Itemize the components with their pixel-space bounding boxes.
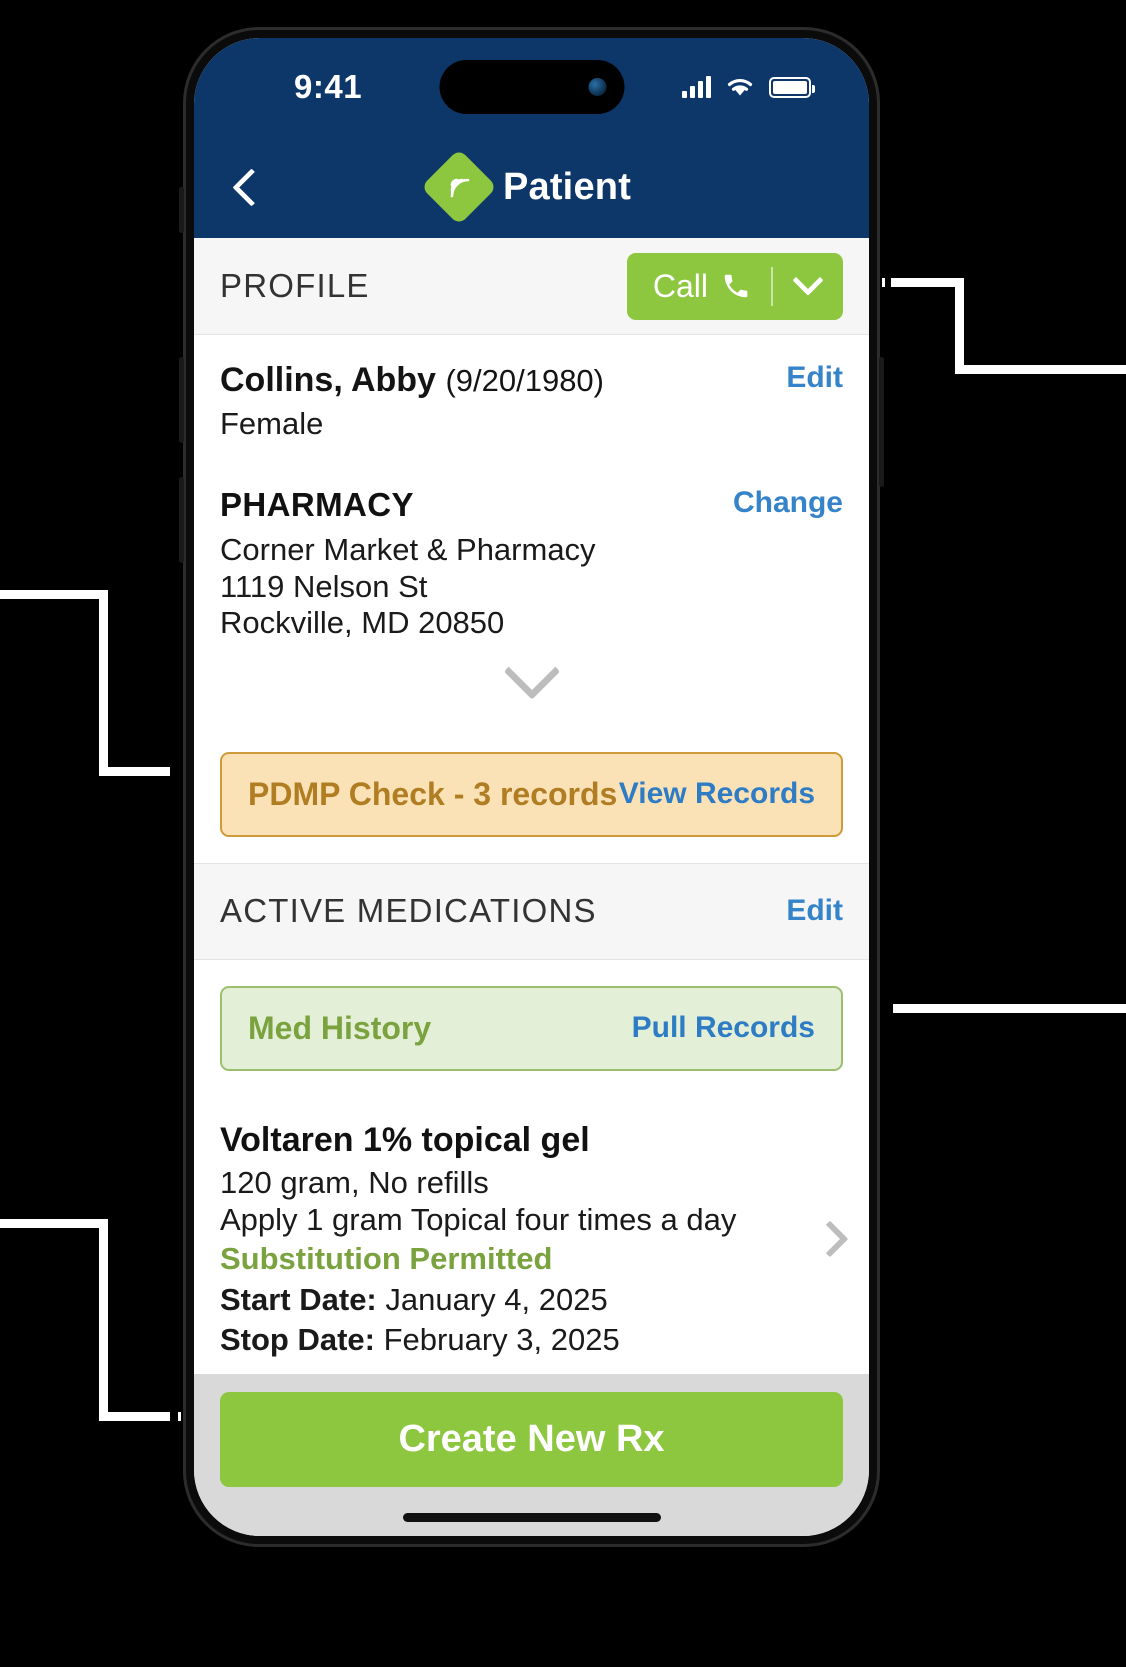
callout-line-top-right-vertical (955, 278, 964, 374)
patient-dob: (9/20/1980) (445, 363, 604, 398)
medication-stop-date: Stop Date: February 3, 2025 (220, 1320, 843, 1360)
screen-content[interactable]: PROFILE Call Collins, Abby (9/20/1980) E… (194, 238, 869, 1374)
patient-name: Collins, Abby (9/20/1980) (220, 361, 604, 400)
pdmp-banner-label: PDMP Check - 3 records (248, 775, 618, 812)
pdmp-banner-wrap: PDMP Check - 3 records View Records (194, 725, 869, 863)
callout-line-right-med-history (893, 1004, 1126, 1013)
status-bar: 9:41 (194, 38, 869, 136)
volume-down-button[interactable] (179, 477, 184, 563)
bottom-action-bar: Create New Rx (194, 1374, 869, 1536)
medication-quantity-refills: 120 gram, No refills (220, 1164, 489, 1200)
call-button[interactable]: Call (627, 253, 771, 320)
callout-line-top-right-horizontal-inner (891, 278, 963, 287)
volume-up-button[interactable] (179, 357, 184, 443)
chevron-down-icon (792, 264, 824, 296)
status-indicators (682, 75, 815, 99)
start-date-label: Start Date: (220, 1281, 377, 1317)
callout-line-left-pdmp-horizontal-outer (0, 590, 108, 599)
call-button-label: Call (652, 267, 708, 304)
dynamic-island (439, 60, 624, 114)
patient-info-block: Collins, Abby (9/20/1980) Edit Female PH… (194, 335, 869, 726)
chevron-left-icon[interactable] (228, 170, 262, 204)
callout-line-left-cta-horizontal-inner (99, 1412, 170, 1421)
home-indicator-wrap (220, 1487, 843, 1536)
stop-date-label: Stop Date: (220, 1322, 375, 1358)
brand-diamond-logo-icon (420, 148, 498, 226)
silent-switch[interactable] (179, 187, 184, 233)
status-time: 9:41 (294, 68, 363, 105)
medication-substitution-status: Substitution Permitted (220, 1241, 553, 1277)
front-camera-icon (588, 78, 606, 96)
screenshot-canvas: 9:41 Patient PROFILE Call Collins, Abby … (0, 0, 1126, 1667)
navigation-bar: Patient (194, 136, 869, 238)
patient-gender: Female (220, 406, 324, 441)
home-indicator[interactable] (402, 1513, 661, 1522)
med-history-banner-wrap: Med History Pull Records (194, 959, 869, 1097)
medication-start-date: Start Date: January 4, 2025 (220, 1280, 843, 1320)
view-records-link[interactable]: View Records (619, 777, 815, 811)
stop-date-value: February 3, 2025 (383, 1322, 620, 1358)
pharmacy-heading: PHARMACY (220, 486, 414, 523)
med-history-banner[interactable]: Med History Pull Records (220, 985, 843, 1071)
nav-title-group: Patient (194, 148, 869, 226)
medication-list-item[interactable]: Voltaren 1% topical gel 120 gram, No ref… (194, 1096, 869, 1374)
change-pharmacy-link[interactable]: Change (733, 486, 843, 520)
start-date-value: January 4, 2025 (385, 1281, 608, 1317)
wifi-icon (727, 79, 753, 96)
callout-line-left-cta-horizontal-outer (0, 1219, 108, 1228)
phone-screen: 9:41 Patient PROFILE Call Collins, Abby … (194, 38, 869, 1536)
profile-section-header: PROFILE Call (194, 238, 869, 335)
medication-sig: Apply 1 gram Topical four times a day (220, 1201, 737, 1237)
medication-name: Voltaren 1% topical gel (220, 1120, 590, 1159)
phone-handset-icon (724, 274, 748, 298)
pharmacy-header-row: PHARMACY Change (220, 486, 843, 524)
patient-name-row: Collins, Abby (9/20/1980) Edit (220, 361, 843, 400)
callout-line-left-cta-vertical (99, 1219, 108, 1421)
pull-records-link[interactable]: Pull Records (632, 1011, 815, 1045)
create-new-rx-button[interactable]: Create New Rx (220, 1392, 843, 1487)
expand-profile-button[interactable] (220, 642, 843, 726)
edit-profile-link[interactable]: Edit (786, 361, 843, 395)
medications-section-header: ACTIVE MEDICATIONS Edit (194, 862, 869, 960)
callout-line-left-pdmp-vertical (99, 590, 108, 776)
pharmacy-name: Corner Market & Pharmacy (220, 532, 596, 567)
battery-full-icon (769, 76, 815, 98)
signal-bars-icon (682, 76, 711, 98)
med-history-label: Med History (248, 1009, 432, 1046)
phone-device-frame: 9:41 Patient PROFILE Call Collins, Abby … (179, 27, 884, 1547)
call-options-dropdown[interactable] (773, 253, 843, 320)
pharmacy-city-state-zip: Rockville, MD 20850 (220, 605, 505, 641)
pharmacy-street: 1119 Nelson St (220, 568, 428, 604)
medications-heading: ACTIVE MEDICATIONS (220, 892, 597, 930)
pdmp-check-banner[interactable]: PDMP Check - 3 records View Records (220, 751, 843, 837)
power-button[interactable] (879, 357, 884, 487)
chevron-down-icon (503, 642, 560, 700)
edit-medications-link[interactable]: Edit (786, 894, 843, 928)
call-button-group[interactable]: Call (626, 252, 843, 320)
patient-name-text: Collins, Abby (220, 361, 436, 399)
callout-line-left-pdmp-horizontal-inner (99, 767, 170, 776)
profile-heading: PROFILE (220, 267, 370, 304)
callout-line-top-right-horizontal-outer (955, 365, 1126, 374)
page-title: Patient (502, 165, 632, 208)
